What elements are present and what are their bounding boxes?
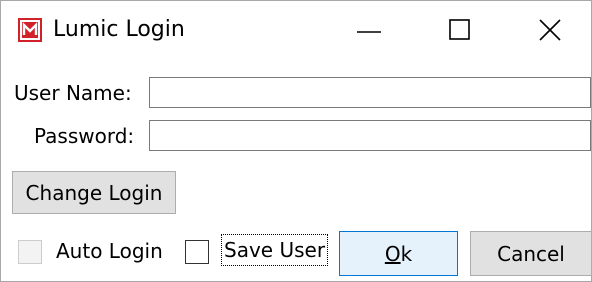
close-button[interactable]	[527, 11, 575, 49]
maximize-button[interactable]	[439, 11, 487, 49]
maximize-icon	[449, 19, 470, 40]
title-bar[interactable]: Lumic Login	[1, 1, 591, 59]
close-icon	[539, 19, 561, 41]
auto-login-label: Auto Login	[56, 239, 163, 263]
ok-button[interactable]: Ok	[339, 231, 458, 276]
login-dialog: Lumic Login User Name: Password: Change …	[0, 0, 592, 282]
username-field[interactable]	[149, 77, 591, 108]
save-user-label[interactable]: Save User	[221, 234, 329, 266]
ok-mnemonic: O	[384, 241, 401, 266]
change-login-button[interactable]: Change Login	[12, 171, 176, 214]
password-label: Password:	[34, 124, 135, 148]
app-logo-icon	[18, 18, 42, 42]
minimize-button[interactable]	[347, 11, 395, 49]
save-user-checkbox[interactable]	[185, 240, 209, 264]
ok-label-rest: k	[400, 241, 413, 266]
auto-login-checkbox[interactable]	[18, 240, 42, 264]
cancel-button[interactable]: Cancel	[470, 231, 592, 276]
minimize-icon	[357, 31, 381, 33]
password-field[interactable]	[149, 120, 591, 151]
username-label: User Name:	[14, 81, 132, 105]
window-title: Lumic Login	[53, 17, 185, 42]
